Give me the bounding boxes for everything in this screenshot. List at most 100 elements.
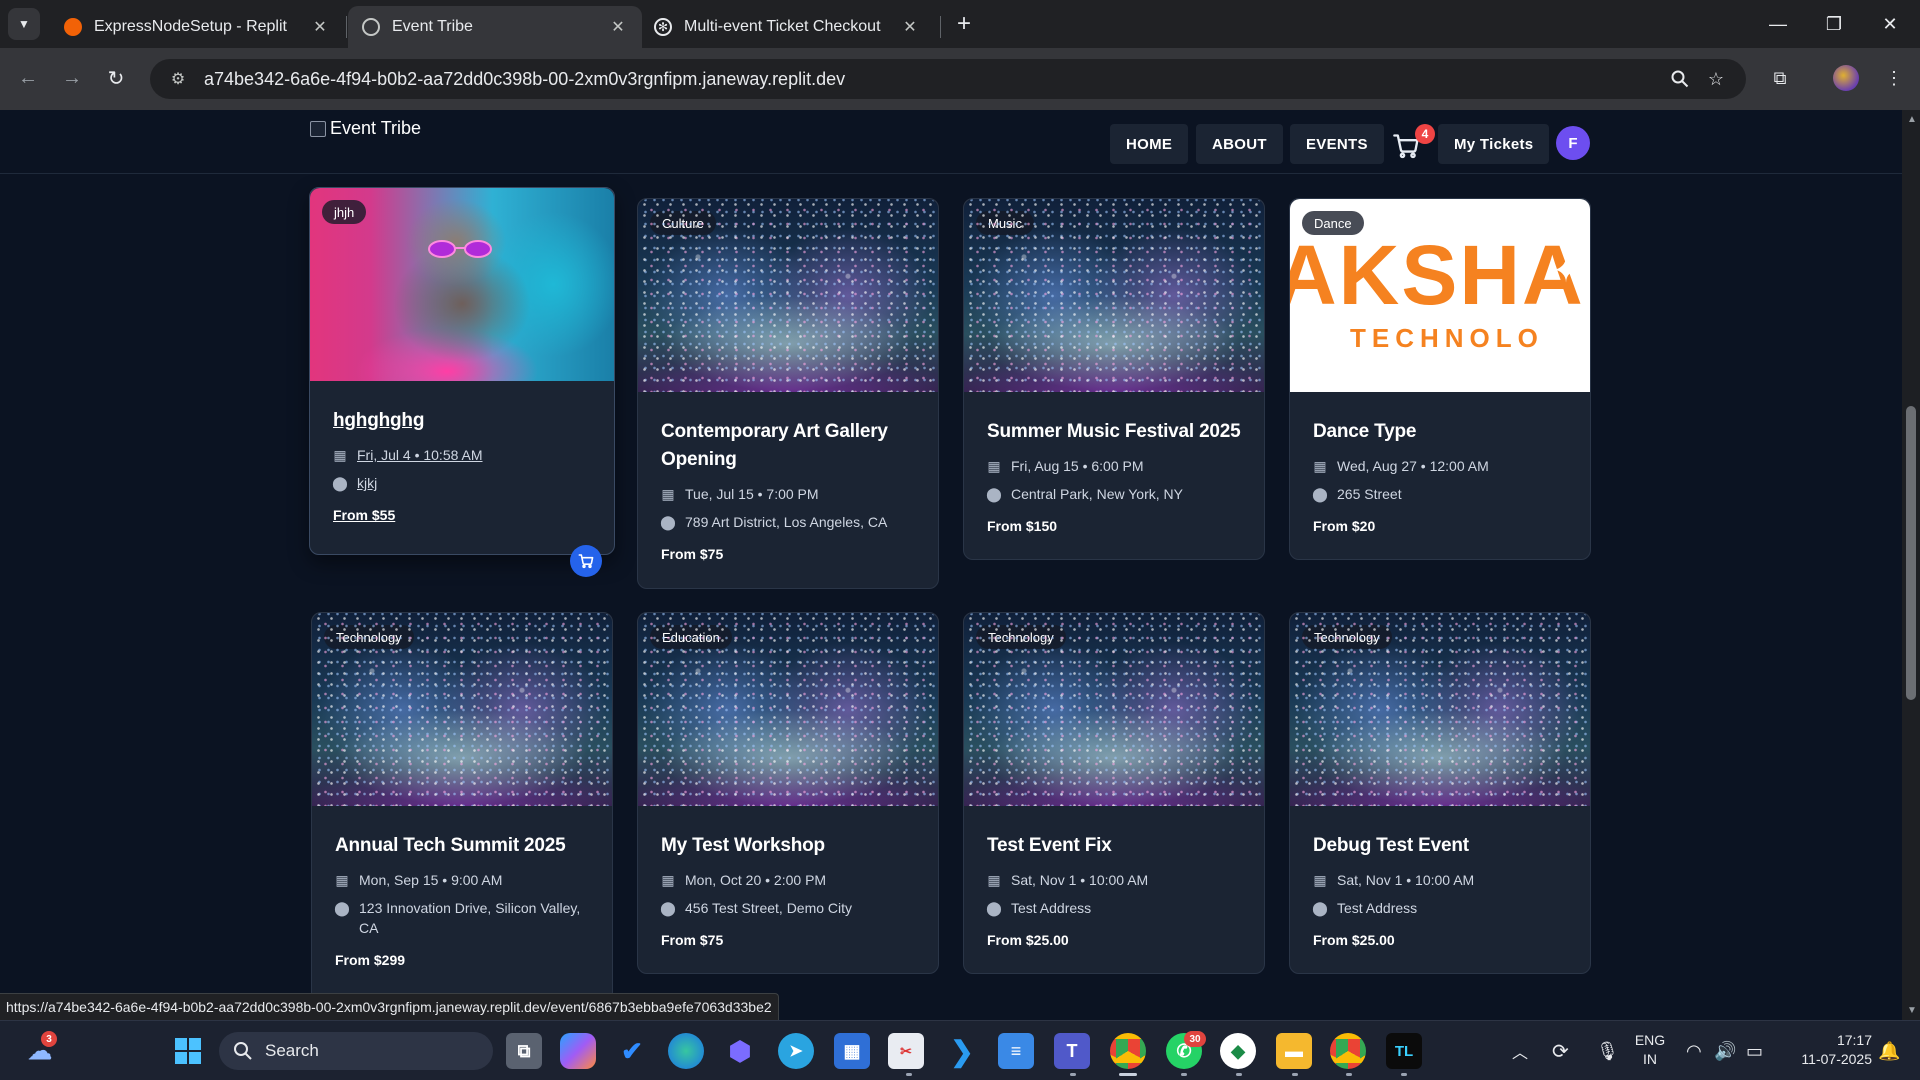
- clock-date: 11-07-2025: [1801, 1051, 1872, 1067]
- teams-icon[interactable]: T: [1054, 1033, 1090, 1069]
- nav-events-button[interactable]: EVENTS: [1290, 124, 1384, 164]
- add-to-cart-button[interactable]: [570, 545, 602, 577]
- event-card[interactable]: Technology Test Event Fix ▦ Sat, Nov 1 •…: [963, 612, 1265, 974]
- cart-icon: [578, 554, 594, 569]
- event-title[interactable]: Annual Tech Summit 2025: [335, 832, 589, 860]
- event-card[interactable]: jhjh hghghghg ▦ Fri, Jul 4 • 10:58 AM ⬤ …: [309, 187, 615, 577]
- volume-icon[interactable]: 🔊: [1714, 1021, 1736, 1080]
- sync-icon[interactable]: ⟳: [1552, 1021, 1569, 1080]
- microphone-icon[interactable]: 🎙: [1596, 1021, 1619, 1080]
- notepad-icon[interactable]: ≡: [998, 1033, 1034, 1069]
- show-hidden-icons-icon[interactable]: ︿: [1512, 1021, 1528, 1080]
- event-title[interactable]: Summer Music Festival 2025: [987, 418, 1241, 446]
- chevron-down-icon: ▼: [18, 17, 30, 31]
- media-player-icon[interactable]: ⬢: [722, 1033, 758, 1069]
- nav-home-button[interactable]: HOME: [1110, 124, 1189, 164]
- event-title[interactable]: Dance Type: [1313, 418, 1567, 446]
- battery-icon[interactable]: ▭: [1746, 1021, 1763, 1080]
- event-category-badge: Culture: [650, 211, 716, 235]
- event-card[interactable]: AKSHA ✦ TECHNOLO Dance Dance Type ▦ Wed,…: [1289, 198, 1591, 560]
- running-indicator: [1236, 1073, 1242, 1076]
- event-price: From $55: [333, 507, 396, 523]
- event-card[interactable]: Technology Annual Tech Summit 2025 ▦ Mon…: [311, 612, 613, 1002]
- chrome-icon[interactable]: [1110, 1033, 1146, 1069]
- running-indicator: [1292, 1073, 1298, 1076]
- scroll-up-arrow-icon[interactable]: ▲: [1907, 114, 1917, 125]
- event-card[interactable]: Culture Contemporary Art Gallery Opening…: [637, 198, 939, 589]
- event-date: Fri, Jul 4 • 10:58 AM: [357, 447, 483, 463]
- language-indicator[interactable]: ENG IN: [1630, 1031, 1670, 1069]
- event-title[interactable]: hghghghg: [333, 407, 591, 435]
- tab-multi-event-checkout[interactable]: ✻ Multi-event Ticket Checkout ✕: [640, 6, 934, 48]
- event-title[interactable]: Test Event Fix: [987, 832, 1241, 860]
- event-title[interactable]: My Test Workshop: [661, 832, 915, 860]
- telegram-icon[interactable]: ➤: [778, 1033, 814, 1069]
- snipping-tool-icon[interactable]: ✂: [888, 1033, 924, 1069]
- back-icon[interactable]: ←: [10, 60, 46, 96]
- zoom-icon[interactable]: [1662, 61, 1698, 97]
- event-location: Test Address: [1011, 900, 1092, 916]
- task-view-icon[interactable]: ⧉: [506, 1033, 542, 1069]
- event-title[interactable]: Contemporary Art Gallery Opening: [661, 418, 915, 474]
- close-tab-icon[interactable]: ✕: [900, 17, 920, 37]
- address-bar[interactable]: ⚙ a74be342-6a6e-4f94-b0b2-aa72dd0c398b-0…: [150, 59, 1746, 99]
- taskbar-search-box[interactable]: Search: [219, 1032, 493, 1070]
- logo-subtext: TECHNOLO: [1350, 323, 1544, 353]
- edge-icon[interactable]: [668, 1033, 704, 1069]
- page-scrollbar[interactable]: ▲ ▼: [1902, 110, 1920, 1020]
- user-avatar[interactable]: F: [1556, 126, 1590, 160]
- scroll-down-arrow-icon[interactable]: ▼: [1907, 1005, 1917, 1016]
- extensions-icon[interactable]: ⧉: [1762, 60, 1798, 96]
- tab-event-tribe[interactable]: Event Tribe ✕: [348, 6, 642, 48]
- event-card[interactable]: Technology Debug Test Event ▦ Sat, Nov 1…: [1289, 612, 1591, 974]
- map-pin-icon: ⬤: [1312, 486, 1328, 502]
- windows-start-icon[interactable]: [170, 1033, 206, 1069]
- tab-expressnodesetup[interactable]: ExpressNodeSetup - Replit ✕: [50, 6, 344, 48]
- event-location-row: ⬤ Central Park, New York, NY: [986, 484, 1241, 504]
- notification-bell-icon[interactable]: 🔔: [1878, 1021, 1900, 1080]
- brand-logo[interactable]: Event Tribe: [310, 118, 421, 139]
- event-price: From $75: [661, 546, 724, 562]
- url-text[interactable]: a74be342-6a6e-4f94-b0b2-aa72dd0c398b-00-…: [204, 69, 1662, 90]
- minimize-icon[interactable]: —: [1750, 0, 1806, 48]
- store-icon[interactable]: ▦: [834, 1033, 870, 1069]
- close-window-icon[interactable]: ✕: [1862, 0, 1918, 48]
- cart-button[interactable]: 4: [1392, 124, 1435, 162]
- running-indicator: [1070, 1073, 1076, 1076]
- event-title[interactable]: Debug Test Event: [1313, 832, 1567, 860]
- wifi-icon[interactable]: ◠: [1686, 1021, 1702, 1080]
- my-tickets-button[interactable]: My Tickets: [1438, 124, 1550, 164]
- file-explorer-icon[interactable]: ▬: [1276, 1033, 1312, 1069]
- tlauncher-icon[interactable]: TL: [1386, 1033, 1422, 1069]
- event-location: kjkj: [357, 475, 378, 491]
- event-category-badge: Technology: [324, 625, 414, 649]
- event-card[interactable]: Music Summer Music Festival 2025 ▦ Fri, …: [963, 198, 1265, 560]
- brand-alt-text: Event Tribe: [330, 118, 422, 138]
- tab-search-button[interactable]: ▼: [8, 8, 40, 40]
- close-tab-icon[interactable]: ✕: [608, 17, 628, 37]
- event-image: jhjh: [310, 188, 614, 381]
- nav-about-button[interactable]: ABOUT: [1196, 124, 1283, 164]
- restore-icon[interactable]: ❐: [1806, 0, 1862, 48]
- search-icon: [234, 1042, 252, 1060]
- reload-icon[interactable]: ↻: [98, 60, 134, 96]
- browser-menu-icon[interactable]: ⋮: [1876, 60, 1912, 96]
- close-tab-icon[interactable]: ✕: [310, 17, 330, 37]
- event-card-body: My Test Workshop ▦ Mon, Oct 20 • 2:00 PM…: [638, 806, 938, 948]
- vscode-icon[interactable]: ❯: [944, 1033, 980, 1069]
- taskbar-clock[interactable]: 17:17 11-07-2025: [1786, 1031, 1872, 1069]
- mongodb-compass-icon[interactable]: ◆: [1220, 1033, 1256, 1069]
- replit-icon: [64, 18, 82, 36]
- chrome-profile-icon[interactable]: [1330, 1033, 1366, 1069]
- forward-icon[interactable]: →: [54, 60, 90, 96]
- tab-separator: [346, 16, 347, 38]
- event-location: Central Park, New York, NY: [1011, 486, 1183, 502]
- copilot-icon[interactable]: [560, 1033, 596, 1069]
- new-tab-icon[interactable]: +: [950, 10, 978, 38]
- profile-avatar-icon[interactable]: [1828, 60, 1864, 96]
- bookmark-star-icon[interactable]: ☆: [1698, 61, 1734, 97]
- site-info-icon[interactable]: ⚙: [162, 63, 194, 95]
- todo-icon[interactable]: ✔: [614, 1033, 650, 1069]
- scroll-thumb[interactable]: [1906, 406, 1916, 700]
- event-card[interactable]: Education My Test Workshop ▦ Mon, Oct 20…: [637, 612, 939, 974]
